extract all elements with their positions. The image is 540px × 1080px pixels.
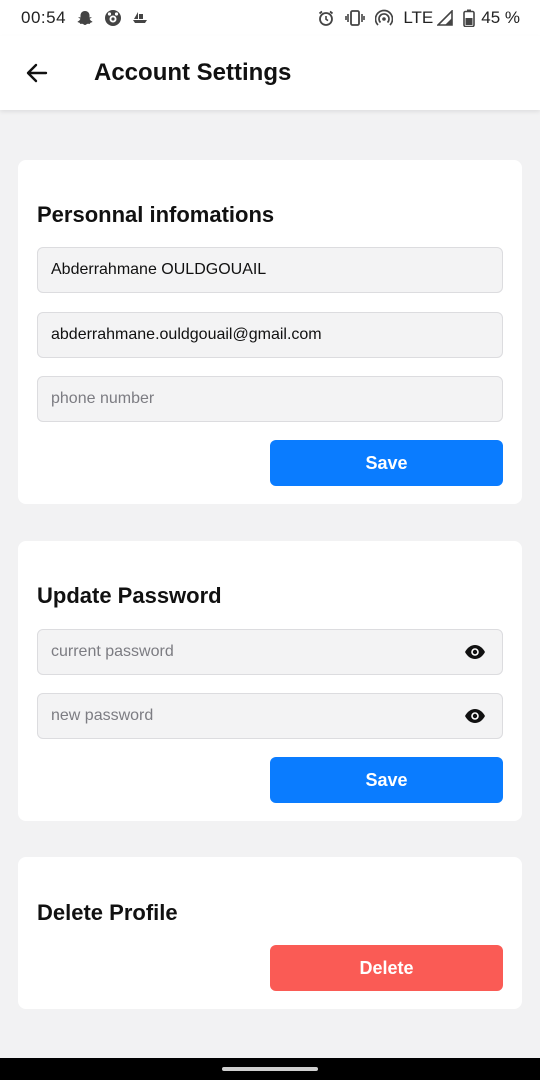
page-title: Account Settings — [94, 59, 292, 86]
current-password-placeholder: current password — [51, 643, 174, 660]
status-bar: 00:54 LTE 45 % — [0, 0, 540, 36]
arrow-left-icon — [25, 61, 49, 85]
new-password-placeholder: new password — [51, 707, 154, 724]
delete-profile-title: Delete Profile — [37, 900, 178, 925]
new-password-field[interactable]: new password — [37, 693, 503, 739]
back-button[interactable] — [16, 52, 58, 94]
vibrate-icon — [345, 9, 366, 27]
signal-icon — [437, 10, 454, 26]
phone-field[interactable]: phone number — [37, 376, 503, 422]
personal-info-card: Personnal infomations Abderrahmane OULDG… — [18, 160, 522, 504]
app-header: Account Settings — [0, 36, 540, 110]
email-field[interactable]: abderrahmane.ouldgouail@gmail.com — [37, 312, 503, 358]
home-indicator[interactable] — [222, 1067, 318, 1071]
status-left: 00:54 — [21, 8, 148, 28]
personal-info-title: Personnal infomations — [37, 202, 275, 227]
network-type: LTE — [403, 8, 434, 27]
system-nav-bar — [0, 1058, 540, 1080]
eye-icon[interactable] — [464, 644, 486, 660]
delete-profile-card: Delete Profile Delete — [18, 857, 522, 1009]
update-password-card: Update Password current password new pas… — [18, 541, 522, 821]
save-password-button[interactable]: Save — [270, 757, 503, 803]
battery-icon — [463, 9, 476, 27]
save-personal-info-button[interactable]: Save — [270, 440, 503, 486]
messenger-icon — [104, 9, 122, 27]
alarm-icon — [317, 9, 335, 27]
snapchat-icon — [76, 9, 94, 27]
current-password-field[interactable]: current password — [37, 629, 503, 675]
status-right: LTE 45 % — [317, 8, 520, 28]
email-value: abderrahmane.ouldgouail@gmail.com — [51, 326, 322, 343]
boat-icon — [132, 11, 148, 25]
status-time: 00:54 — [21, 8, 67, 27]
eye-icon[interactable] — [464, 708, 486, 724]
delete-profile-button[interactable]: Delete — [270, 945, 503, 991]
hotspot-icon — [375, 9, 394, 27]
battery-level: 45 % — [481, 8, 520, 27]
name-field[interactable]: Abderrahmane OULDGOUAIL — [37, 247, 503, 293]
phone-placeholder: phone number — [51, 390, 155, 407]
name-value: Abderrahmane OULDGOUAIL — [51, 261, 267, 278]
update-password-title: Update Password — [37, 583, 222, 608]
